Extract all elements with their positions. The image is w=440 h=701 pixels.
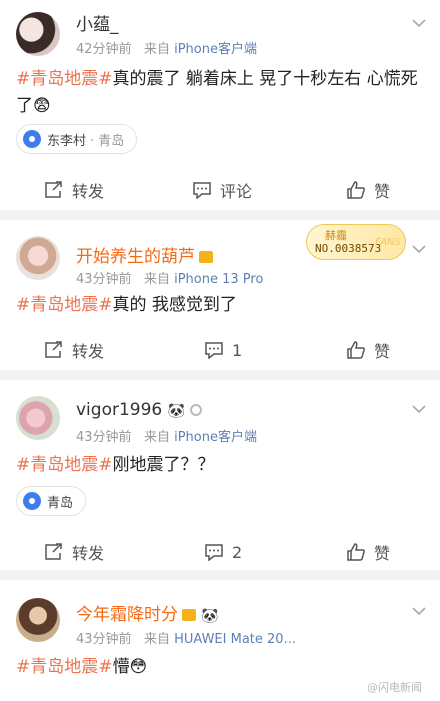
post-actions: 转发 评论 赞 [0,170,440,210]
post-time: 42分钟前 [76,42,132,57]
topic-link[interactable]: #青岛地震# [16,455,113,475]
post-content: #青岛地震#真的 我感觉到了 [16,292,426,319]
like-label: 赞 [374,182,391,201]
username-text: 今年霜降时分 [76,605,178,625]
thumbs-up-icon [347,341,365,359]
post-text: 刚地震了？？ [112,455,215,475]
post-time: 43分钟前 [76,430,132,445]
post-3: vigor1996 🐼 43分钟前 来自 iPhone客户端 #青岛地震#刚地震… [0,380,440,570]
comment-label: 评论 [220,182,253,201]
username[interactable]: 今年霜降时分 🐼 [76,600,219,625]
repost-button[interactable]: 转发 [44,532,104,572]
location-pin-icon [23,130,41,148]
location-name: 青岛 [47,495,74,511]
source-prefix: 来自 [143,42,170,57]
like-button[interactable]: 赞 [346,330,390,370]
thumbs-up-icon [347,543,365,561]
post-content: #青岛地震#懵😳 [16,654,426,681]
watermark: @闪电新闻 [367,681,422,694]
emoji: 😨 [33,96,51,116]
post-2: 开始养生的葫芦 43分钟前 来自 iPhone 13 Pro 赫霾 NO.003… [0,220,440,370]
like-label: 赞 [374,544,391,563]
post-source[interactable]: iPhone客户端 [174,430,257,445]
comment-count: 2 [232,542,243,562]
fans-badge-number: NO.0038573 [315,242,382,255]
comment-button[interactable]: 2 [204,532,242,572]
repost-icon [45,181,62,198]
post-source[interactable]: iPhone客户端 [174,42,257,57]
emoji: 😳 [129,657,148,677]
post-meta: 42分钟前 来自 iPhone客户端 [76,38,257,57]
chevron-down-icon[interactable] [412,606,426,616]
repost-label: 转发 [72,182,105,201]
chevron-down-icon[interactable] [412,244,426,254]
post-time: 43分钟前 [76,272,132,287]
location-tag[interactable]: 青岛 [16,486,87,516]
post-1: 小蕴_ 42分钟前 来自 iPhone客户端 #青岛地震#真的震了 躺着床上 晃… [0,0,440,210]
post-text: 真的 我感觉到了 [112,295,237,315]
like-button[interactable]: 赞 [346,170,390,210]
username-text: vigor1996 [76,400,163,420]
comment-count: 1 [232,340,243,360]
avatar[interactable] [16,236,60,280]
post-time: 43分钟前 [76,632,132,647]
location-city: · 青岛 [90,133,125,149]
post-text: 懵 [112,657,130,677]
location-pin-icon [23,492,41,510]
comment-button[interactable]: 1 [204,330,242,370]
topic-link[interactable]: #青岛地震# [16,69,113,89]
post-source[interactable]: HUAWEI Mate 20... [174,632,296,647]
avatar[interactable] [16,396,60,440]
username[interactable]: 小蕴_ [76,10,119,35]
repost-label: 转发 [72,544,105,563]
source-prefix: 来自 [143,430,170,445]
like-label: 赞 [374,342,391,361]
post-meta: 43分钟前 来自 iPhone 13 Pro [76,268,263,287]
avatar[interactable] [16,598,60,642]
medal-icon [190,404,203,416]
username[interactable]: 开始养生的葫芦 [76,242,213,267]
fans-badge-tag: FANS [375,237,401,248]
panda-icon: 🐼 [201,608,219,624]
post-meta: 43分钟前 来自 HUAWEI Mate 20... [76,628,296,647]
vip-crown-icon [199,251,213,263]
username[interactable]: vigor1996 🐼 [76,400,203,420]
fans-badge[interactable]: 赫霾 NO.0038573 FANS [306,224,406,260]
chevron-down-icon[interactable] [412,18,426,28]
source-prefix: 来自 [143,272,170,287]
topic-link[interactable]: #青岛地震# [16,657,113,677]
comment-icon [193,182,211,199]
comment-icon [205,544,223,561]
comment-icon [205,342,223,359]
repost-icon [45,341,62,358]
thumbs-up-icon [347,181,365,199]
post-actions: 转发 2 赞 [0,532,440,572]
panda-icon: 🐼 [167,403,186,419]
location-name: 东李村 [47,133,87,149]
chevron-down-icon[interactable] [412,404,426,414]
post-content: #青岛地震#真的震了 躺着床上 晃了十秒左右 心慌死了😨 [16,66,426,120]
like-button[interactable]: 赞 [346,532,390,572]
post-meta: 43分钟前 来自 iPhone客户端 [76,426,257,445]
post-actions: 转发 1 赞 [0,330,440,370]
vip-crown-icon [182,609,196,621]
repost-button[interactable]: 转发 [44,170,104,210]
fans-badge-title: 赫霾 [325,229,347,242]
repost-button[interactable]: 转发 [44,330,104,370]
post-4: 今年霜降时分 🐼 43分钟前 来自 HUAWEI Mate 20... #青岛地… [0,580,440,701]
repost-label: 转发 [72,342,105,361]
avatar[interactable] [16,12,60,56]
comment-button[interactable]: 评论 [192,170,252,210]
location-tag[interactable]: 东李村 · 青岛 [16,124,138,154]
post-source[interactable]: iPhone 13 Pro [174,272,263,287]
repost-icon [45,543,62,560]
username-text: 开始养生的葫芦 [76,247,195,267]
topic-link[interactable]: #青岛地震# [16,295,113,315]
source-prefix: 来自 [143,632,170,647]
post-content: #青岛地震#刚地震了？？ [16,452,426,479]
